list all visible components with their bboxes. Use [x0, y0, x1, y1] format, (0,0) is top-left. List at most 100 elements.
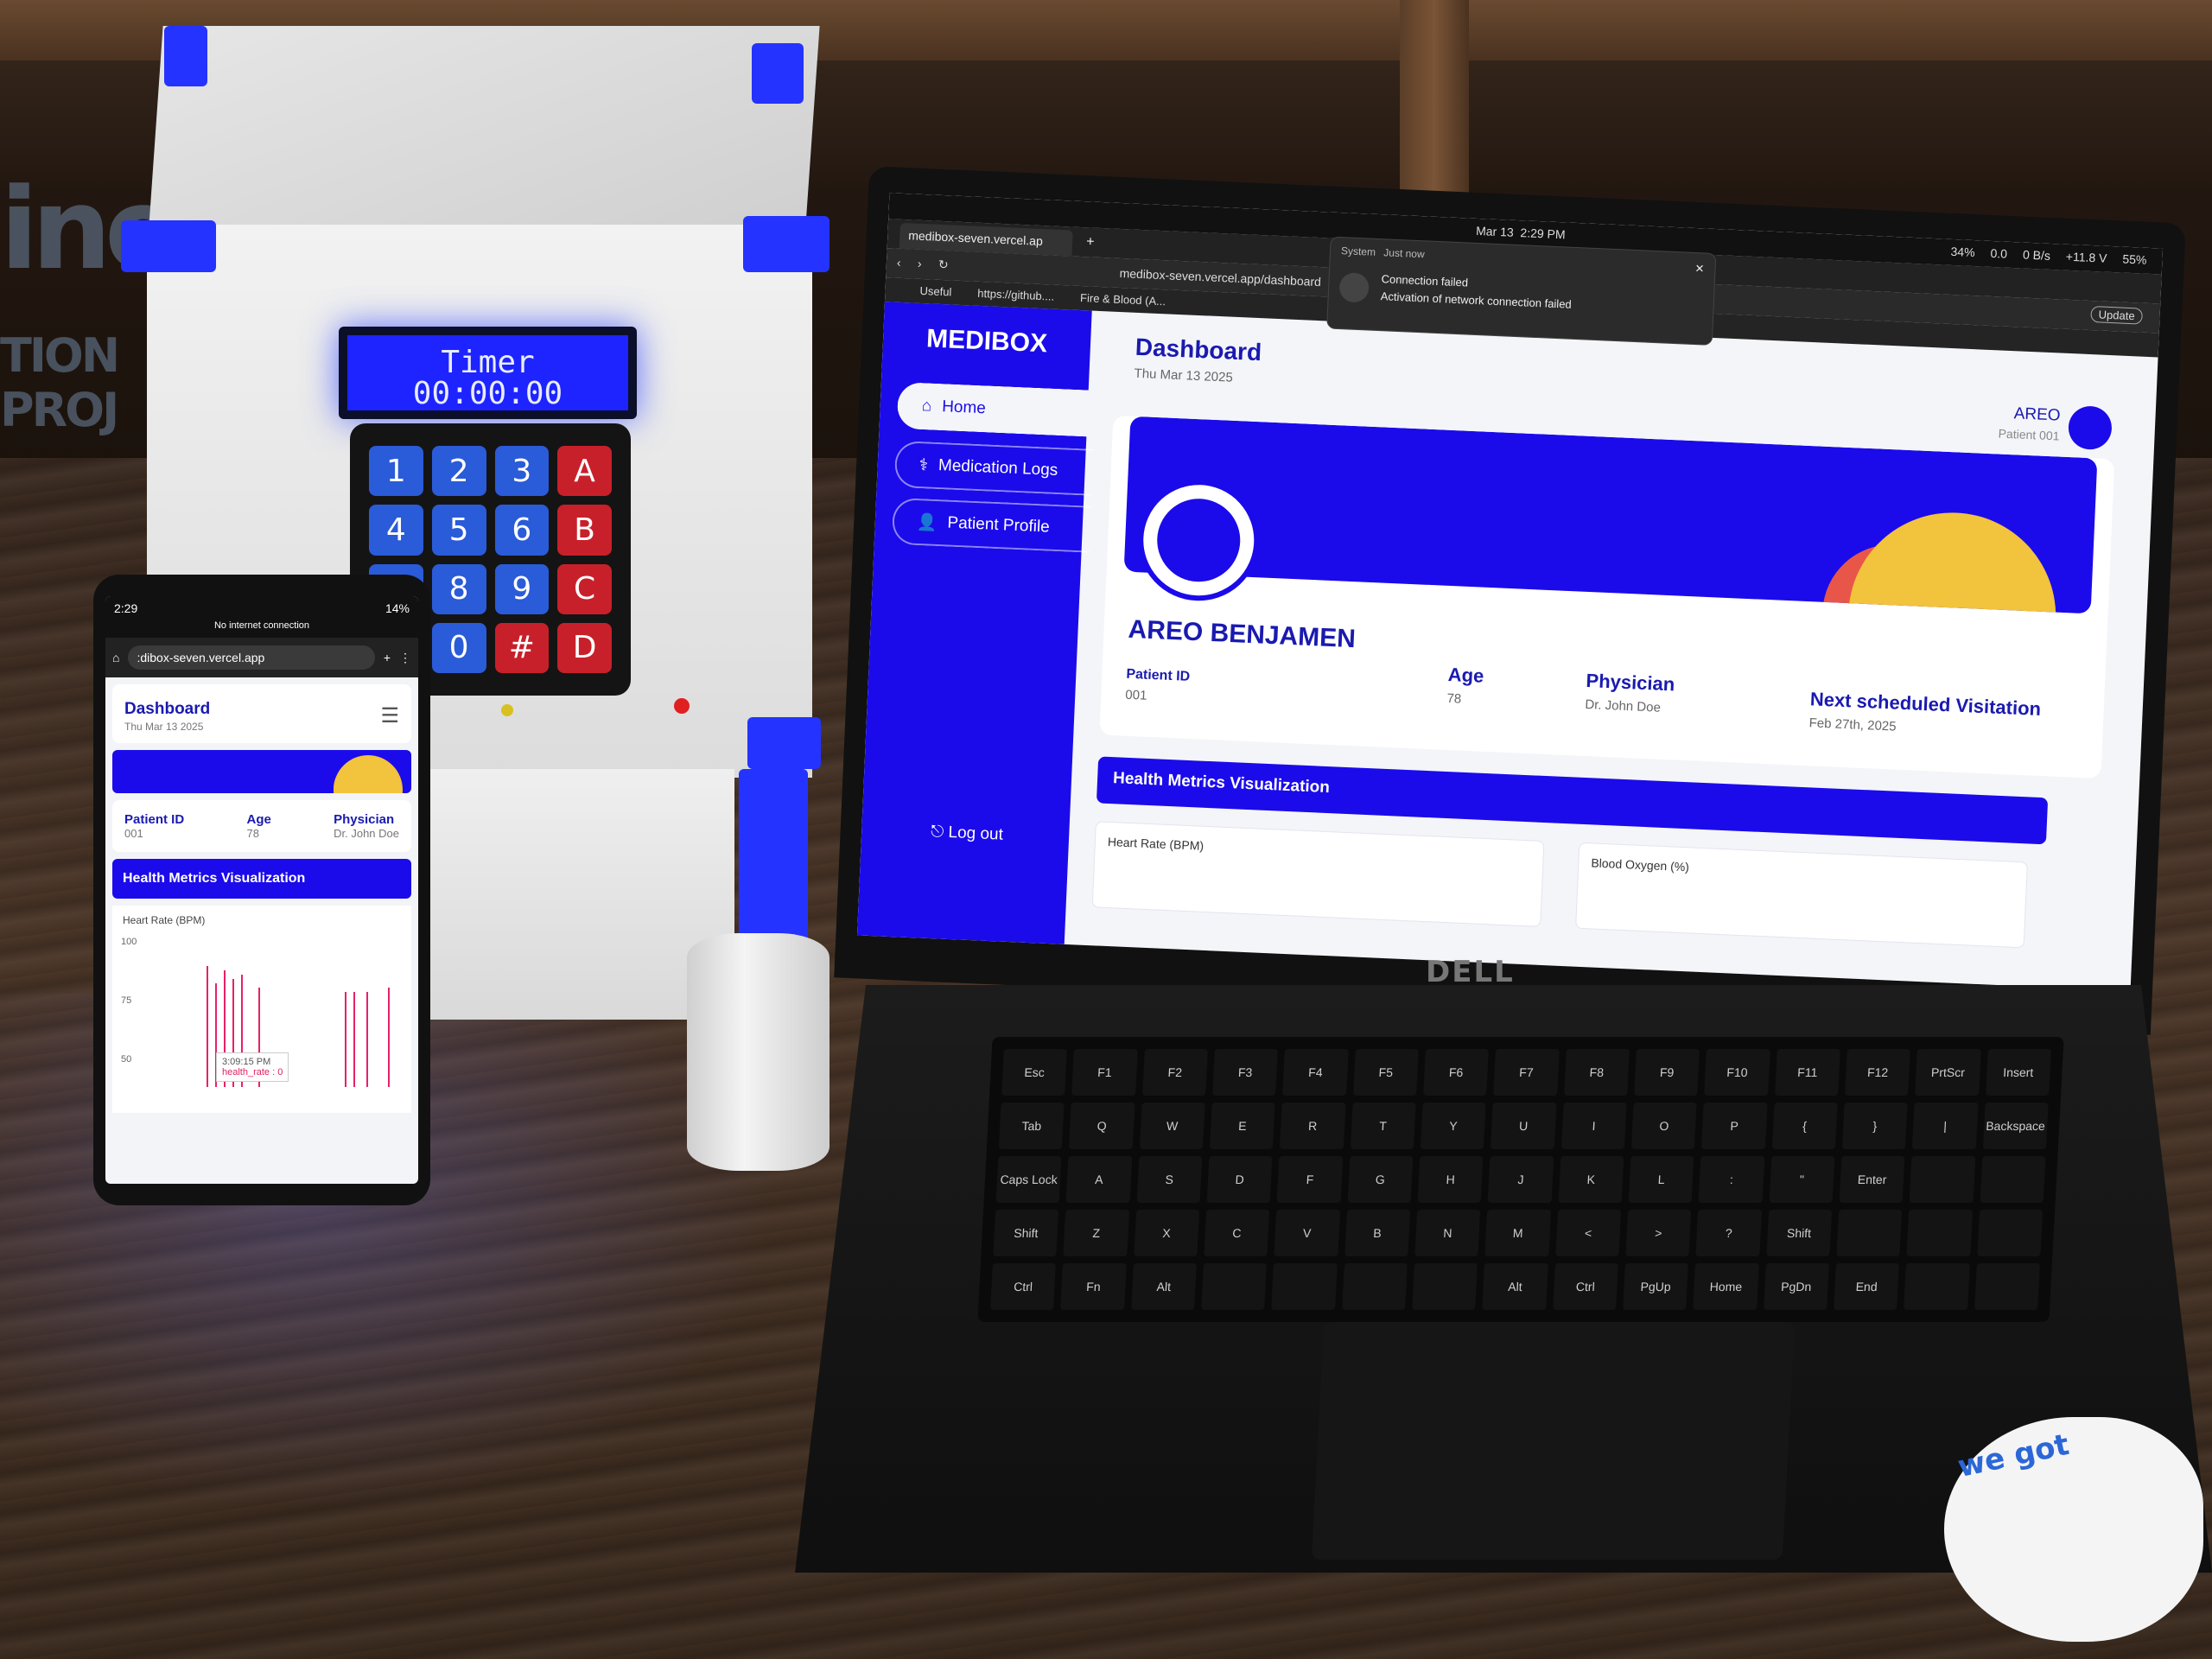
keyboard-key[interactable]: T — [1350, 1103, 1416, 1149]
laptop-keyboard[interactable]: Esc F1 F2 F3 F4 F5 F6 F7 F8 F9 F10 F11 F12 PrtScr Inse… — [977, 1037, 2064, 1322]
keypad-key[interactable]: 2 — [431, 446, 486, 497]
phone-url-field[interactable]: :dibox-seven.vercel.app — [128, 645, 375, 670]
keyboard-key[interactable]: K — [1558, 1156, 1624, 1203]
keyboard-key[interactable]: ? — [1695, 1210, 1762, 1256]
keyboard-key[interactable]: N — [1414, 1210, 1481, 1256]
sidebar-item-patient-profile[interactable]: 👤 Patient Profile — [891, 497, 1092, 553]
keyboard-key[interactable]: H — [1417, 1156, 1484, 1203]
keyboard-key[interactable] — [1974, 1263, 2040, 1310]
keyboard-key[interactable]: End — [1834, 1263, 1900, 1310]
keyboard-key[interactable]: M — [1484, 1210, 1551, 1256]
keyboard-key[interactable]: { — [1771, 1103, 1838, 1149]
keypad-key[interactable]: # — [494, 622, 550, 673]
keyboard-key[interactable]: Shift — [993, 1210, 1059, 1256]
keyboard-key[interactable]: F11 — [1774, 1049, 1840, 1096]
keyboard-key[interactable] — [1201, 1263, 1268, 1310]
keyboard-key[interactable]: Y — [1420, 1103, 1486, 1149]
keyboard-key[interactable]: Z — [1063, 1210, 1129, 1256]
keyboard-key[interactable]: E — [1209, 1103, 1275, 1149]
keypad-key[interactable]: 0 — [431, 622, 486, 673]
keyboard-key[interactable]: F6 — [1423, 1049, 1490, 1096]
avatar[interactable] — [2067, 405, 2113, 451]
keyboard-key[interactable]: Esc — [1001, 1049, 1068, 1096]
keypad-key[interactable]: A — [557, 446, 612, 497]
keyboard-key[interactable]: F12 — [1845, 1049, 1911, 1096]
keyboard-key[interactable]: S — [1136, 1156, 1203, 1203]
keyboard-key[interactable] — [1341, 1263, 1408, 1310]
new-tab-icon[interactable]: + — [1086, 234, 1095, 250]
keyboard-key[interactable]: F3 — [1212, 1049, 1279, 1096]
keyboard-key[interactable]: A — [1065, 1156, 1133, 1203]
keypad-key[interactable]: 3 — [494, 446, 550, 497]
update-button[interactable]: Update — [2090, 306, 2144, 325]
keyboard-key[interactable]: Alt — [1482, 1263, 1548, 1310]
keyboard-key[interactable]: < — [1554, 1210, 1622, 1256]
keyboard-key[interactable]: Shift — [1765, 1210, 1833, 1256]
keyboard-key[interactable] — [1909, 1156, 1976, 1203]
keyboard-key[interactable]: PgUp — [1623, 1263, 1689, 1310]
keyboard-key[interactable]: P — [1701, 1103, 1768, 1149]
keyboard-key[interactable] — [1906, 1210, 1973, 1256]
close-icon[interactable]: ✕ — [1694, 262, 1705, 276]
keyboard-key[interactable]: X — [1133, 1210, 1200, 1256]
keyboard-key[interactable]: W — [1139, 1103, 1205, 1149]
keyboard-key[interactable] — [1412, 1263, 1478, 1310]
bookmark-item[interactable]: https://github.... — [977, 287, 1054, 303]
sidebar-item-medication-logs[interactable]: ⚕ Medication Logs — [893, 440, 1095, 496]
keyboard-key[interactable] — [1980, 1156, 2046, 1203]
keyboard-key[interactable] — [1904, 1263, 1970, 1310]
bookmark-item[interactable]: Useful — [919, 284, 951, 299]
hamburger-menu-icon[interactable]: ☰ — [380, 703, 399, 728]
keyboard-key[interactable]: : — [1698, 1156, 1765, 1203]
forward-icon[interactable]: › — [918, 257, 922, 270]
keyboard-key[interactable]: F8 — [1563, 1049, 1630, 1096]
keypad-key[interactable]: 1 — [369, 446, 423, 497]
trackpad[interactable] — [1311, 1322, 1796, 1560]
new-tab-icon[interactable]: + — [384, 651, 391, 664]
keyboard-key[interactable]: Alt — [1130, 1263, 1197, 1310]
keyboard-key[interactable]: B — [1344, 1210, 1411, 1256]
keyboard-key[interactable]: F1 — [1071, 1049, 1138, 1096]
keyboard-key[interactable]: F2 — [1141, 1049, 1208, 1096]
keyboard-key[interactable]: F — [1276, 1156, 1344, 1203]
keyboard-key[interactable]: V — [1274, 1210, 1340, 1256]
keyboard-key[interactable]: Enter — [1839, 1156, 1905, 1203]
keyboard-key[interactable]: F7 — [1493, 1049, 1560, 1096]
keyboard-key[interactable]: Fn — [1060, 1263, 1127, 1310]
keyboard-key[interactable]: Ctrl — [990, 1263, 1057, 1310]
keyboard-key[interactable]: F5 — [1352, 1049, 1419, 1096]
keypad-key[interactable]: 4 — [369, 505, 423, 556]
keyboard-key[interactable]: G — [1347, 1156, 1414, 1203]
keyboard-key[interactable]: Caps Lock — [995, 1156, 1062, 1203]
keyboard-key[interactable]: PgDn — [1763, 1263, 1829, 1310]
keyboard-key[interactable]: I — [1560, 1103, 1627, 1149]
keyboard-key[interactable]: C — [1204, 1210, 1270, 1256]
keypad-key[interactable]: C — [557, 563, 612, 614]
keyboard-key[interactable]: F4 — [1282, 1049, 1349, 1096]
keypad-key[interactable]: 9 — [494, 563, 550, 614]
keyboard-key[interactable]: Backspace — [1982, 1103, 2049, 1149]
keyboard-key[interactable]: D — [1206, 1156, 1273, 1203]
keyboard-key[interactable]: L — [1628, 1156, 1694, 1203]
keyboard-key[interactable]: F10 — [1704, 1049, 1770, 1096]
keyboard-key[interactable]: PrtScr — [1915, 1049, 1981, 1096]
keypad-key[interactable]: 5 — [431, 505, 486, 556]
keyboard-key[interactable] — [1976, 1210, 2044, 1256]
keyboard-key[interactable]: R — [1280, 1103, 1346, 1149]
keypad-key[interactable]: 6 — [494, 505, 550, 556]
keyboard-key[interactable]: Tab — [998, 1103, 1065, 1149]
keyboard-key[interactable] — [1836, 1210, 1903, 1256]
keyboard-key[interactable] — [1271, 1263, 1338, 1310]
reload-icon[interactable]: ↻ — [938, 257, 949, 272]
keyboard-key[interactable]: Home — [1693, 1263, 1759, 1310]
menu-dots-icon[interactable]: ⋮ — [399, 651, 411, 665]
keyboard-key[interactable]: " — [1769, 1156, 1835, 1203]
url-field[interactable]: medibox-seven.vercel.app/dashboard — [1119, 266, 1321, 289]
keyboard-key[interactable]: Q — [1069, 1103, 1135, 1149]
keyboard-key[interactable]: J — [1487, 1156, 1554, 1203]
keyboard-key[interactable]: Ctrl — [1552, 1263, 1618, 1310]
keyboard-key[interactable]: > — [1625, 1210, 1692, 1256]
sidebar-item-home[interactable]: ⌂ Home — [896, 381, 1097, 437]
home-icon[interactable]: ⌂ — [112, 651, 119, 664]
keyboard-key[interactable]: F9 — [1634, 1049, 1700, 1096]
